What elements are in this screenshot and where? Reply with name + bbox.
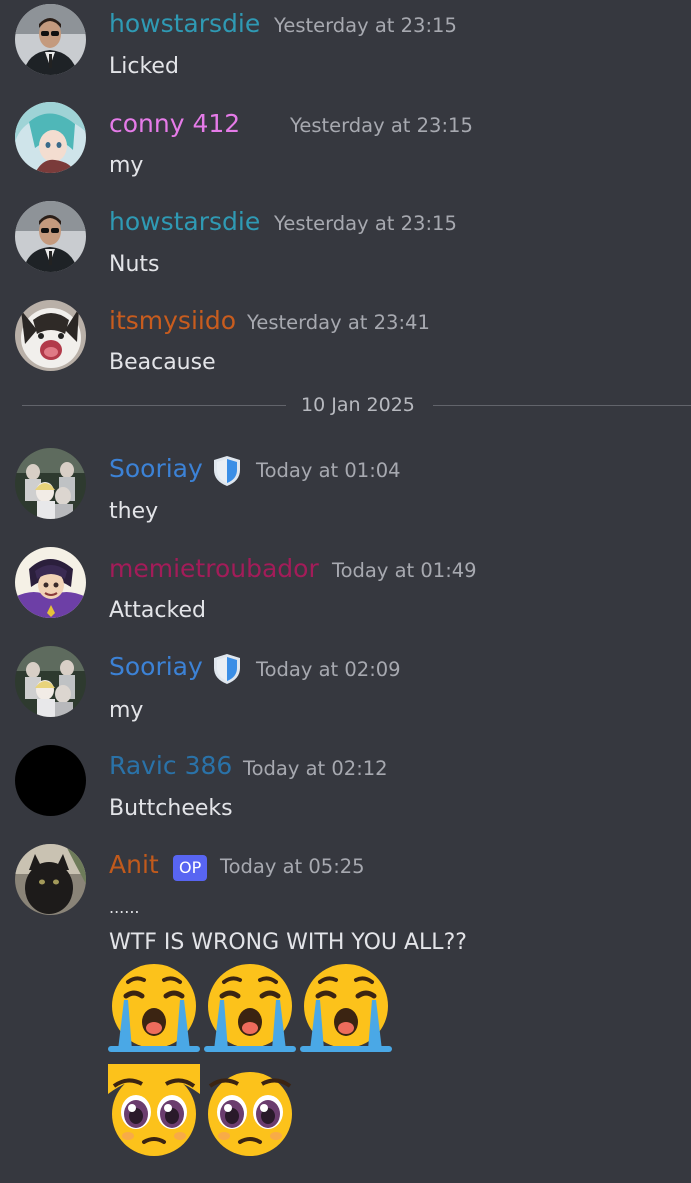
anime-girl-teal-hair-avatar[interactable] [15,102,86,173]
message-text: my [109,153,144,178]
message-text: Buttcheeks [109,796,233,821]
shield-icon[interactable] [212,455,242,487]
timestamp: Today at 02:12 [243,757,388,780]
message-text: ...... [109,898,140,917]
message-text: Beacause [109,350,216,375]
date-divider-line-left [22,405,286,406]
username[interactable]: Sooriay [109,652,203,682]
username[interactable]: Anit [109,850,159,880]
suit-man-sunglasses-avatar[interactable] [15,201,86,272]
pleading-face-emoji[interactable] [204,1064,296,1156]
timestamp: Yesterday at 23:15 [290,114,473,137]
suit-man-sunglasses-avatar[interactable] [15,4,86,75]
timestamp: Today at 01:04 [256,459,401,482]
message-text: Licked [109,54,179,79]
op-badge: OP [173,855,208,881]
loudly-crying-emoji[interactable] [300,962,392,1054]
date-divider-line-right [433,405,691,406]
loudly-crying-emoji[interactable] [108,962,200,1054]
loudly-crying-emoji[interactable] [204,962,296,1054]
screaming-cat-avatar[interactable] [15,300,86,371]
message-text: Nuts [109,252,160,277]
anime-character-purple-avatar[interactable] [15,547,86,618]
username[interactable]: howstarsdie [109,207,260,237]
timestamp: Yesterday at 23:41 [247,311,430,334]
timestamp: Today at 01:49 [332,559,477,582]
pleading-face-emoji[interactable] [108,1064,200,1156]
username[interactable]: howstarsdie [109,9,260,39]
timestamp: Yesterday at 23:15 [274,14,457,37]
timestamp: Yesterday at 23:15 [274,212,457,235]
cat-photo-avatar[interactable] [15,844,86,915]
message-text: my [109,698,144,723]
username[interactable]: Ravic 386 [109,751,232,781]
username[interactable]: conny 412 [109,109,240,139]
message-text: they [109,499,159,524]
username[interactable]: Sooriay [109,454,203,484]
timestamp: Today at 02:09 [256,658,401,681]
timestamp: Today at 05:25 [220,855,365,878]
black-avatar[interactable] [15,745,86,816]
date-divider: 10 Jan 2025 [301,394,415,416]
group-photo-avatar[interactable] [15,646,86,717]
message-text: Attacked [109,598,206,623]
message-text: WTF IS WRONG WITH YOU ALL?? [109,930,467,955]
username[interactable]: itsmysiido [109,306,236,336]
username[interactable]: memietroubador [109,554,319,584]
shield-icon[interactable] [212,653,242,685]
group-photo-avatar[interactable] [15,448,86,519]
